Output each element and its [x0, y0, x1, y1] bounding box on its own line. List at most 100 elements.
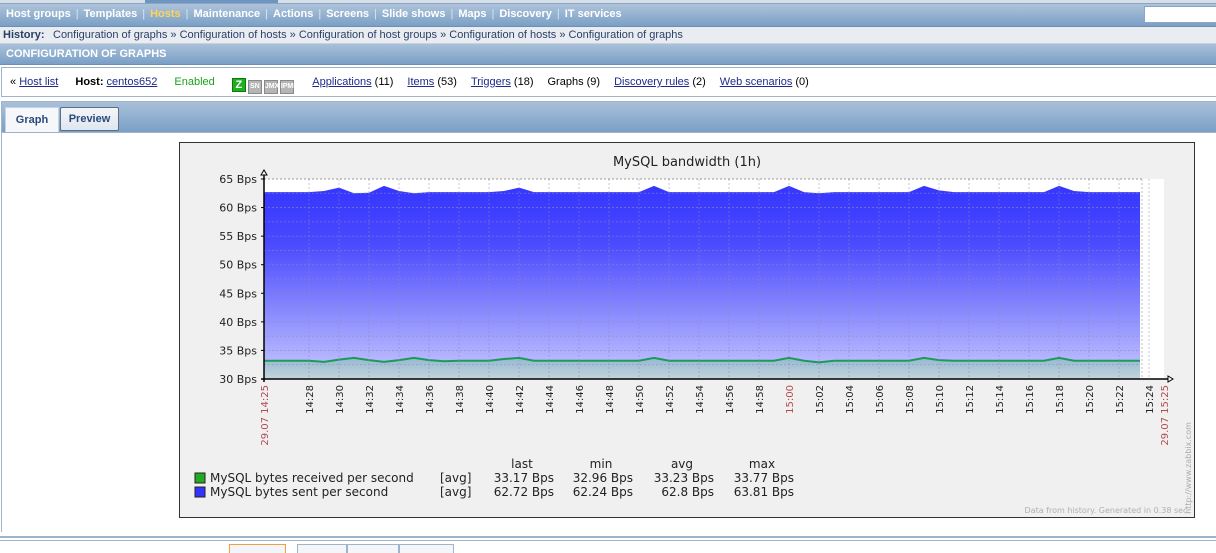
x-tick-label: 14:52: [665, 385, 676, 414]
menu-item-discovery[interactable]: Discovery: [499, 8, 552, 20]
availability-indicators: Z SN JMX IPMI: [231, 76, 296, 94]
y-tick-label: 60 Bps: [219, 202, 257, 215]
menu-separator: |: [450, 8, 454, 20]
legend-swatch-sent: [194, 486, 206, 498]
breadcrumb: Configuration of graphs » Configuration …: [53, 29, 683, 41]
breadcrumb-link[interactable]: Configuration of graphs: [569, 29, 683, 41]
x-tick-label: 14:48: [605, 385, 616, 414]
breadcrumb-separator: »: [556, 29, 569, 41]
x-start-label: 29.07 14:25: [260, 385, 271, 446]
history-label: History:: [3, 29, 45, 41]
menu-separator: |: [374, 8, 377, 20]
legend-value-min: 62.24 Bps: [573, 485, 633, 499]
legend-header-last: last: [511, 457, 533, 471]
graph-container: MySQL bandwidth (1h) 30 Bps 35 Bps 40 Bps 4…: [179, 142, 1195, 518]
snmp-availability-icon: SN: [247, 80, 262, 94]
host-navigation-bar: « Host list Host: centos652 Enabled Z SN J…: [1, 67, 1216, 97]
x-tick-label: 15:22: [1115, 385, 1126, 414]
tab-graph[interactable]: Graph: [5, 107, 59, 132]
host-link-count: (18): [510, 76, 534, 88]
breadcrumb-link[interactable]: Configuration of graphs: [53, 29, 167, 41]
x-tick-label: 15:16: [1025, 385, 1036, 414]
jmx-availability-icon: JMX: [263, 80, 279, 94]
host-link-count: (9): [583, 76, 601, 88]
host-links: Applications (11) Items (53) Triggers (18)…: [312, 76, 809, 88]
menu-separator: |: [491, 8, 495, 20]
host-link-triggers[interactable]: Triggers (18): [471, 76, 534, 88]
y-tick-label: 55 Bps: [219, 230, 257, 243]
legend-header-avg: avg: [671, 457, 693, 471]
back-prefix: «: [10, 76, 17, 88]
menu-item-slide-shows[interactable]: Slide shows: [382, 8, 446, 20]
search-input[interactable]: [1144, 6, 1216, 23]
legend-value-avg: 33.23 Bps: [654, 471, 714, 485]
menu-item-screens[interactable]: Screens: [326, 8, 369, 20]
x-end-label: 29.07 15:25: [1160, 385, 1171, 446]
zabbix-agent-availability-icon: Z: [231, 78, 246, 92]
menu-item-maps[interactable]: Maps: [458, 8, 486, 20]
host-link-applications[interactable]: Applications (11): [312, 76, 393, 88]
menu-separator: |: [556, 8, 560, 20]
legend-series-func: [avg]: [440, 485, 471, 499]
x-tick-label: 15:04: [845, 385, 856, 414]
tab-preview[interactable]: Preview: [60, 107, 119, 131]
x-tick-label: 15:08: [905, 385, 916, 414]
y-tick-label: 50 Bps: [219, 259, 257, 272]
legend-series-name: MySQL bytes received per second: [210, 471, 414, 485]
ipmi-availability-icon: IPMI: [279, 80, 295, 94]
x-tick-label: 14:54: [695, 385, 706, 414]
host-link-items[interactable]: Items (53): [407, 76, 457, 88]
host-link-label[interactable]: Applications: [312, 76, 371, 88]
history-bar: History: Configuration of graphs » Confi…: [0, 27, 1216, 44]
graph-svg: MySQL bandwidth (1h) 30 Bps 35 Bps 40 Bps 4…: [194, 155, 1193, 515]
menu-separator: |: [265, 8, 269, 20]
divider: [0, 536, 1216, 538]
legend-value-max: 33.77 Bps: [734, 471, 794, 485]
host-link-web-scenarios[interactable]: Web scenarios (0): [720, 76, 809, 88]
y-tick-label: 40 Bps: [219, 316, 257, 329]
legend-header-max: max: [749, 457, 775, 471]
x-tick-label: 14:28: [305, 385, 316, 414]
x-tick-label: 15:12: [965, 385, 976, 414]
menu-item-actions[interactable]: Actions: [273, 8, 313, 20]
breadcrumb-link[interactable]: Configuration of hosts: [449, 29, 556, 41]
breadcrumb-separator: »: [437, 29, 450, 41]
breadcrumb-link[interactable]: Configuration of host groups: [299, 29, 437, 41]
menu-separator: |: [318, 8, 322, 20]
host-link-label[interactable]: Web scenarios: [720, 76, 793, 88]
sub-menu-items: Host groups | Templates | Hosts | Maintenance |…: [6, 8, 622, 20]
x-tick-label: 15:00: [785, 385, 796, 414]
x-tick-label: 14:32: [365, 385, 376, 414]
x-tick-label: 14:30: [335, 385, 346, 414]
graph-footer: Data from history. Generated in 0.38 sec…: [1025, 506, 1190, 515]
host-status: Enabled: [174, 76, 215, 88]
x-tick-label: 14:50: [635, 385, 646, 414]
x-tick-label: 14:36: [425, 385, 436, 414]
y-tick-label: 30 Bps: [219, 373, 257, 386]
y-tick-label: 35 Bps: [219, 344, 257, 357]
menu-item-templates[interactable]: Templates: [84, 8, 138, 20]
host-link-label[interactable]: Discovery rules: [614, 76, 689, 88]
sub-menu-bar: Host groups | Templates | Hosts | Maintenance |…: [0, 3, 1216, 27]
legend-value-max: 63.81 Bps: [734, 485, 794, 499]
y-axis-arrow-icon: [260, 169, 268, 176]
host-link-count: (53): [434, 76, 457, 88]
menu-item-maintenance[interactable]: Maintenance: [194, 8, 261, 20]
menu-item-host-groups[interactable]: Host groups: [6, 8, 71, 20]
x-tick-label: 15:14: [995, 385, 1006, 414]
breadcrumb-separator: »: [286, 29, 299, 41]
x-tick-label: 15:18: [1055, 385, 1066, 414]
breadcrumb-link[interactable]: Configuration of hosts: [180, 29, 287, 41]
x-tick-label: 15:24: [1145, 385, 1156, 414]
host-link-graphs: Graphs (9): [548, 76, 601, 88]
host-name-link[interactable]: centos652: [107, 76, 158, 88]
host-link-label[interactable]: Items: [407, 76, 434, 88]
host-link-discovery-rules[interactable]: Discovery rules (2): [614, 76, 706, 88]
host-link-label: Graphs: [547, 76, 584, 88]
menu-item-it-services[interactable]: IT services: [565, 8, 622, 20]
host-link-label[interactable]: Triggers: [471, 76, 511, 88]
host-list-link[interactable]: Host list: [19, 76, 58, 88]
menu-item-hosts[interactable]: Hosts: [150, 8, 181, 20]
x-tick-label: 15:20: [1085, 385, 1096, 414]
host-link-count: (0): [792, 76, 809, 88]
